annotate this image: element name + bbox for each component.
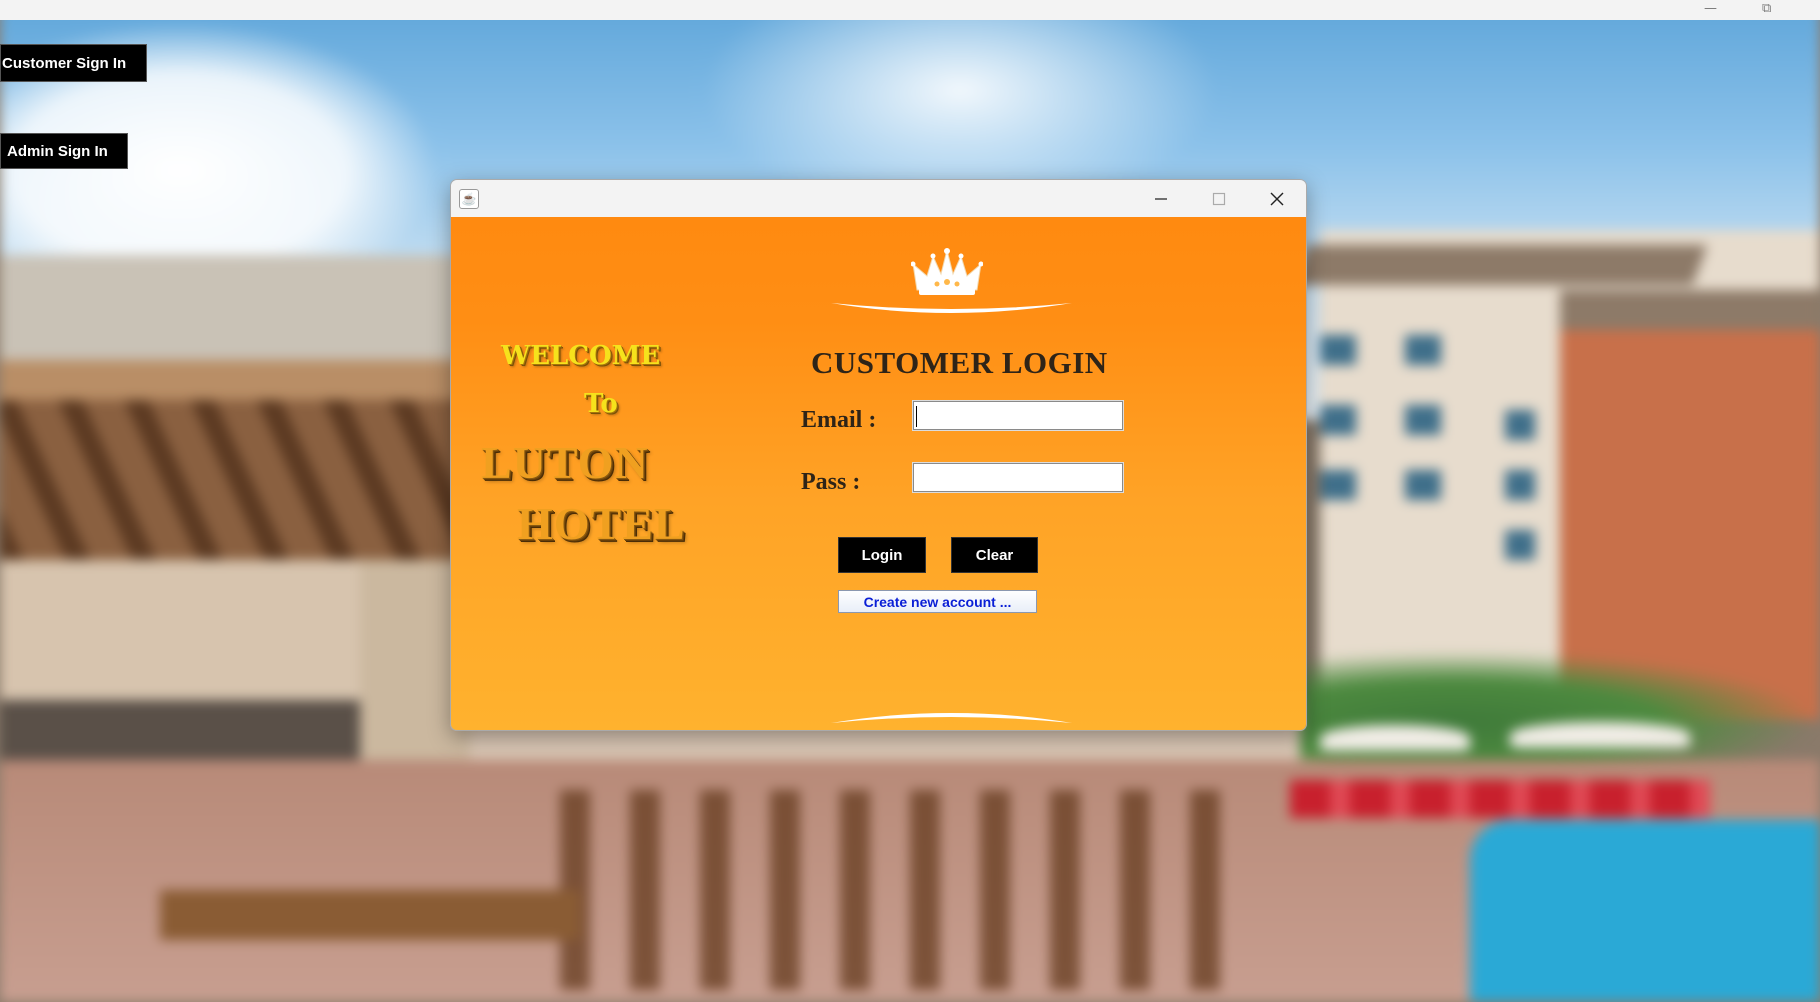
email-field[interactable]: [912, 400, 1124, 431]
customer-login-dialog: ☕ WELCOME To LUTON HOTEL CUSTOMER LOGIN …: [450, 179, 1307, 731]
email-label: Email :: [801, 407, 877, 433]
top-divider-swoosh: [831, 303, 1072, 313]
hotel-name-line2: HOTEL: [517, 498, 686, 549]
page-title: CUSTOMER LOGIN: [811, 345, 1108, 380]
minimize-icon[interactable]: —: [1704, 2, 1717, 16]
crown-icon: [911, 248, 983, 295]
maximize-icon[interactable]: [1190, 180, 1248, 217]
welcome-text: WELCOME: [501, 341, 661, 371]
java-app-icon: ☕: [459, 189, 479, 209]
customer-sign-in-button[interactable]: Customer Sign In: [0, 44, 147, 82]
login-button[interactable]: Login: [838, 537, 926, 573]
dialog-titlebar: ☕: [451, 180, 1306, 217]
restore-icon[interactable]: ⧉: [1762, 2, 1771, 16]
dialog-body: WELCOME To LUTON HOTEL CUSTOMER LOGIN Em…: [451, 217, 1306, 730]
text-caret: [916, 406, 917, 427]
admin-sign-in-button[interactable]: Admin Sign In: [0, 133, 128, 169]
create-account-button[interactable]: Create new account ...: [838, 590, 1037, 613]
password-field[interactable]: [912, 462, 1124, 493]
minimize-icon[interactable]: [1132, 180, 1190, 217]
clear-button[interactable]: Clear: [951, 537, 1038, 573]
bottom-divider-swoosh: [831, 713, 1072, 723]
pass-label: Pass :: [801, 469, 861, 495]
parent-window-titlebar: — ⧉: [0, 0, 1820, 20]
welcome-to-text: To: [584, 389, 618, 419]
close-icon[interactable]: [1248, 180, 1306, 217]
hotel-name-line1: LUTON: [481, 437, 649, 488]
